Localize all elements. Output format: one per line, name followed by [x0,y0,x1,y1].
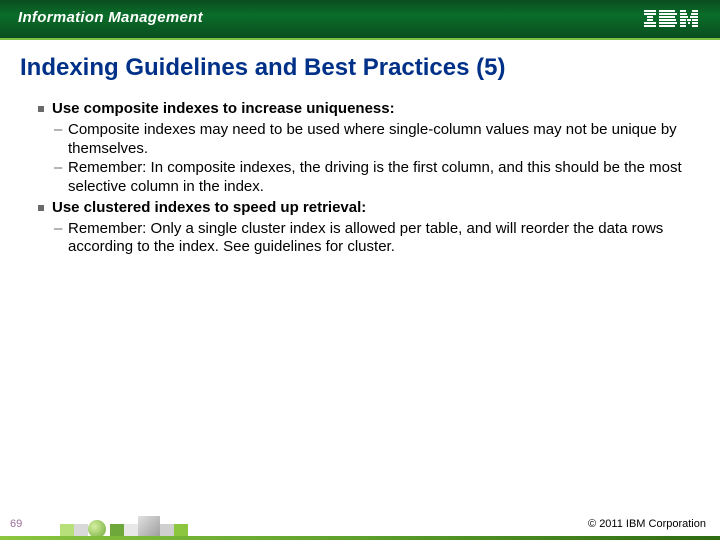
bullet-level-2: Composite indexes may need to be used wh… [38,121,690,159]
bullet-lead: Use composite indexes to increase unique… [52,100,395,117]
bullet-lead: Use clustered indexes to speed up retrie… [52,199,366,216]
footer-accent-bar [0,536,720,540]
page-number: 69 [10,518,22,530]
bullet-level-2: Remember: In composite indexes, the driv… [38,159,690,197]
bullet-level-1: Use clustered indexes to speed up retrie… [38,199,690,218]
header-brand-title: Information Management [18,9,203,26]
footer-decoration-icon [60,510,210,538]
slide-content: Use composite indexes to increase unique… [38,100,690,257]
header-bar: Information Management [0,0,720,40]
slide-title: Indexing Guidelines and Best Practices (… [20,54,720,82]
bullet-level-1: Use composite indexes to increase unique… [38,100,690,119]
copyright-text: © 2011 IBM Corporation [588,518,706,530]
ibm-logo-icon [644,10,698,33]
footer: 69 © 2011 IBM Corporation [0,508,720,540]
bullet-level-2: Remember: Only a single cluster index is… [38,220,690,258]
